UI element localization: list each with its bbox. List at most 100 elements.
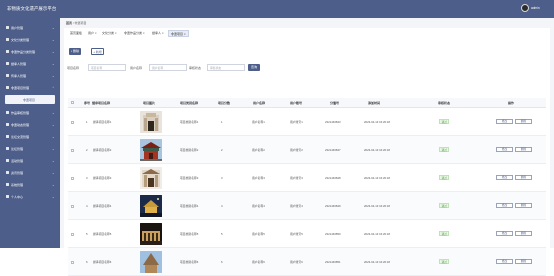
row-checkbox[interactable]: [71, 149, 74, 152]
sidebar-item-work-category[interactable]: 非遗作品分类管理 ⌄: [0, 46, 60, 58]
menu-icon: [6, 111, 9, 114]
row-checkbox[interactable]: [71, 177, 74, 180]
select-all-checkbox[interactable]: [71, 101, 74, 104]
menu-icon: [6, 123, 9, 126]
sidebar-item-forum-exchange[interactable]: 论坛交流管理 ⌄: [0, 131, 60, 143]
menu-icon: [6, 171, 9, 174]
project-image: [140, 167, 162, 189]
sidebar-item-users[interactable]: 用户管理 ⌄: [0, 22, 60, 34]
delete-row-button[interactable]: 删除: [515, 147, 532, 152]
row-checkbox[interactable]: [71, 205, 74, 208]
delete-row-button[interactable]: 删除: [515, 259, 532, 264]
chevron-down-icon: ⌄: [52, 146, 55, 151]
tab-users[interactable]: 用户 ×: [86, 30, 99, 37]
table-row: 3 继承项目名称3 项目类别名称3 3 用户名称3 用户账号3 23214468…: [68, 164, 546, 192]
menu-icon: [6, 50, 9, 53]
menu-icon: [6, 147, 9, 150]
menu-icon: [6, 195, 9, 198]
add-button[interactable]: + 新增: [91, 48, 104, 55]
menu-icon: [6, 26, 9, 29]
tab-bar: 首页面板 用户 × 文化分类 × 非遗作品分类 × 继承人 × 非遗项目 ×: [66, 28, 546, 38]
review-status-input[interactable]: 审核状态: [207, 64, 245, 71]
delete-row-button[interactable]: 删除: [515, 203, 532, 208]
top-bar: 非物质文化遗产展示平台 admin: [0, 0, 554, 18]
breadcrumb: 首页 / 非遗项目: [66, 21, 87, 25]
chevron-up-icon: ⌃: [52, 85, 55, 90]
avatar[interactable]: [521, 4, 529, 12]
sidebar-item-activity[interactable]: 活动管理 ⌄: [0, 155, 60, 167]
menu-icon: [6, 38, 9, 41]
status-badge: 通过: [439, 231, 450, 236]
chevron-down-icon: ⌄: [52, 170, 55, 175]
sidebar-item-system[interactable]: 系统管理 ⌄: [0, 179, 60, 191]
tab-inheritor[interactable]: 继承人 ×: [150, 30, 166, 37]
edit-button[interactable]: 修改: [496, 259, 513, 264]
chevron-down-icon: ⌄: [52, 110, 55, 115]
app-title: 非物质文化遗产展示平台: [7, 6, 57, 11]
main-content: 首页 / 非遗项目 首页面板 用户 × 文化分类 × 非遗作品分类 × 继承人 …: [60, 18, 554, 276]
sidebar-item-successor[interactable]: 传承人管理 ⌄: [0, 70, 60, 82]
row-checkbox[interactable]: [71, 121, 74, 124]
status-badge: 通过: [439, 119, 450, 124]
sidebar-item-review[interactable]: 作品审核管理 ⌄: [0, 107, 60, 119]
filter-user-label: 用户名称: [130, 66, 143, 70]
delete-row-button[interactable]: 删除: [515, 119, 532, 124]
status-badge: 通过: [439, 259, 450, 264]
chevron-down-icon: ⌄: [52, 122, 55, 127]
chevron-down-icon: ⌄: [52, 25, 55, 30]
menu-icon: [6, 183, 9, 186]
status-badge: 通过: [439, 203, 450, 208]
sidebar-item-inheritor[interactable]: 继承人管理 ⌄: [0, 58, 60, 70]
chevron-down-icon: ⌄: [52, 182, 55, 187]
content-panel: 首页面板 用户 × 文化分类 × 非遗作品分类 × 继承人 × 非遗项目 × ▪…: [64, 28, 550, 276]
edit-button[interactable]: 修改: [496, 119, 513, 124]
project-image: [140, 251, 162, 273]
filter-status-label: 审核状态: [189, 66, 202, 70]
sidebar-item-info[interactable]: 资讯管理 ⌄: [0, 167, 60, 179]
sidebar-item-news[interactable]: 非遗动态管理 ⌄: [0, 119, 60, 131]
username[interactable]: admin: [531, 6, 540, 10]
chevron-down-icon: ⌄: [52, 194, 55, 199]
row-checkbox[interactable]: [71, 261, 74, 264]
menu-icon: [6, 159, 9, 162]
menu-icon: [6, 86, 9, 89]
edit-button[interactable]: 修改: [496, 147, 513, 152]
tab-projects[interactable]: 非遗项目 ×: [168, 30, 189, 37]
delete-row-button[interactable]: 删除: [515, 231, 532, 236]
table-row: 5 继承项目名称5 项目类别名称5 5 用户名称5 用户账号5 23214468…: [68, 220, 546, 248]
user-name-input[interactable]: 用户名称: [149, 64, 187, 71]
filter-name-label: 项目名称: [67, 66, 80, 70]
chevron-down-icon: ⌄: [52, 73, 55, 78]
trash-icon: ▪: [71, 49, 73, 53]
breadcrumb-home[interactable]: 首页: [66, 21, 72, 25]
breadcrumb-current: 非遗项目: [74, 21, 87, 25]
table-row: 2 继承项目名称2 项目类别名称2 2 用户名称2 用户账号2 23214468…: [68, 136, 546, 164]
sidebar-item-projects[interactable]: 非遗项目管理 ⌃: [0, 82, 60, 94]
search-button[interactable]: 查询: [248, 64, 260, 71]
menu-icon: [6, 62, 9, 65]
project-image: [140, 195, 162, 217]
delete-button[interactable]: ▪ 删除: [69, 48, 81, 55]
chevron-down-icon: ⌄: [52, 134, 55, 139]
project-image: [140, 223, 162, 245]
delete-row-button[interactable]: 删除: [515, 175, 532, 180]
tab-culture-category[interactable]: 文化分类 ×: [100, 30, 119, 37]
sidebar-item-culture-category[interactable]: 文化分类管理 ⌄: [0, 34, 60, 46]
chevron-down-icon: ⌄: [52, 61, 55, 66]
table-row: 6 继承项目名称6 项目类别名称6 6 用户名称6 用户账号6 23214468…: [68, 248, 546, 276]
edit-button[interactable]: 修改: [496, 203, 513, 208]
tab-dashboard[interactable]: 首页面板: [68, 30, 84, 37]
table-header: 序号 继承项目名称 项目图片 项目类别名称 项目分数 用户名称 用户账号 分值号…: [68, 98, 546, 108]
sidebar-subitem-projects[interactable]: 非遗项目: [5, 95, 55, 104]
row-checkbox[interactable]: [71, 233, 74, 236]
edit-button[interactable]: 修改: [496, 231, 513, 236]
menu-icon: [6, 135, 9, 138]
tab-work-category[interactable]: 非遗作品分类 ×: [122, 30, 147, 37]
edit-button[interactable]: 修改: [496, 175, 513, 180]
project-name-input[interactable]: 项目名称: [88, 64, 126, 71]
plus-icon: +: [93, 50, 95, 54]
table-row: 1 继承项目名称1 项目类别名称1 1 用户名称1 用户账号1 23214468…: [68, 108, 546, 136]
sidebar-item-forum[interactable]: 论坛管理 ⌄: [0, 143, 60, 155]
chevron-down-icon: ⌄: [52, 37, 55, 42]
sidebar-item-profile[interactable]: 个人中心 ⌄: [0, 191, 60, 203]
